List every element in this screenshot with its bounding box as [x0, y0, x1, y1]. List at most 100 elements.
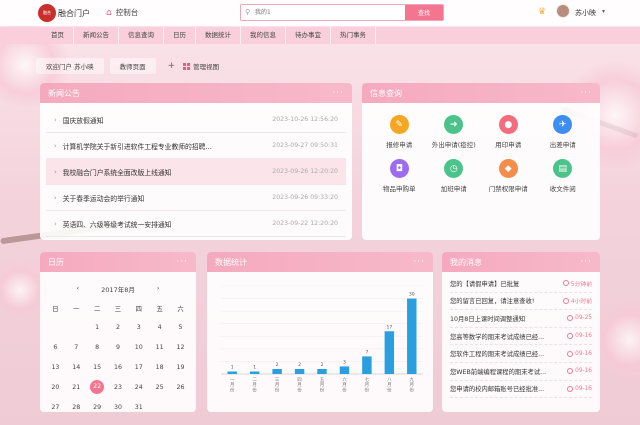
manage-view-button[interactable]: 管理视图	[183, 61, 219, 71]
calendar-day[interactable]: 11	[149, 337, 170, 357]
message-text: 10月8日上课时间调整通知	[450, 315, 525, 323]
next-month-button[interactable]: ›	[157, 284, 160, 294]
info-item-trip[interactable]: ✈ 出差申请	[536, 115, 591, 149]
prev-month-button[interactable]: ‹	[77, 284, 80, 294]
calendar-day[interactable]: 4	[149, 317, 170, 337]
calendar-day[interactable]: 25	[149, 377, 170, 397]
calendar-day[interactable]: 31	[128, 397, 149, 412]
message-row[interactable]: 您的留言已回复，请注意查收! 4小时前	[450, 293, 592, 311]
calendar-day[interactable]: 1	[87, 317, 108, 337]
bullet-icon: ›	[54, 115, 57, 124]
tab-teacher[interactable]: 教师页面	[109, 58, 156, 74]
bar-chart: 1 一月份 1 二月份 2 三月份 2 四月份 2 五月份 3 六月份 7 七月份 17 八月份 30 九月份	[221, 285, 423, 393]
search-input[interactable]	[241, 5, 401, 20]
calendar-day	[170, 397, 191, 412]
weekday-label: 三	[114, 306, 122, 313]
calendar-day[interactable]: 28	[66, 397, 87, 412]
calendar-day[interactable]: 9	[108, 337, 129, 357]
info-item-seal[interactable]: ● 用印申请	[481, 115, 536, 149]
more-icon[interactable]: ···	[332, 88, 344, 98]
info-panel-title: 信息查询	[370, 88, 402, 98]
calendar-month: 2017年8月	[101, 286, 135, 294]
nav-item-info[interactable]: 信息查询	[119, 27, 164, 44]
news-row[interactable]: › 国庆放假通知 2023-10-26 12:56:20	[46, 107, 346, 133]
news-date: 2023-09-22 12:20:20	[272, 220, 338, 227]
calendar-day[interactable]: 14	[66, 357, 87, 377]
news-row[interactable]: › 英语四、六级等级考试统一安排通知 2023-09-22 12:20:20	[46, 211, 346, 237]
calendar-day[interactable]: 13	[45, 357, 66, 377]
stats-panel: 数据统计 ··· 1 一月份 1 二月份 2 三月份 2 四月份 2 五月份 3 六月份 7 七月份 17 八…	[207, 252, 433, 412]
calendar-day[interactable]: 2	[108, 317, 129, 337]
info-item-repair[interactable]: ✎ 报修申请	[372, 115, 427, 149]
more-icon[interactable]: ···	[176, 257, 188, 267]
search-button[interactable]: 查找	[405, 5, 443, 20]
more-icon[interactable]: ···	[413, 257, 425, 267]
info-item-overtime[interactable]: ◷ 加班申请	[427, 159, 482, 193]
message-text: 您的留言已回复，请注意查收!	[450, 298, 535, 306]
news-panel-header: 新闻公告 ···	[40, 83, 352, 103]
nav-item-home[interactable]: 首页	[42, 27, 74, 44]
info-item-label: 物品申购单	[383, 185, 416, 193]
nav-item-myinfo[interactable]: 我的信息	[241, 27, 286, 44]
chevron-down-icon[interactable]: ▾	[602, 8, 605, 15]
message-row[interactable]: 10月8日上课时间调整通知 09-25	[450, 310, 592, 328]
more-icon[interactable]: ···	[580, 257, 592, 267]
message-row[interactable]: 您高等数学的期末考试成绩已经... 09-16	[450, 328, 592, 346]
calendar-day[interactable]: 6	[45, 337, 66, 357]
calendar-day[interactable]: 26	[170, 377, 191, 397]
news-row[interactable]: › 计算机学院关于新引进软件工程专业教师的招聘... 2023-09-27 09:5…	[46, 133, 346, 159]
calendar-day[interactable]: 19	[170, 357, 191, 377]
main-nav: 首页 新闻公告 信息查询 日历 数据统计 我的信息 待办事宜 热门事务	[0, 27, 640, 44]
calendar-day[interactable]: 12	[170, 337, 191, 357]
calendar-day[interactable]: 27	[45, 397, 66, 412]
calendar-day[interactable]: 3	[128, 317, 149, 337]
calendar-day[interactable]: 29	[87, 397, 108, 412]
news-row[interactable]: › 我校融合门户系统全面改版上线通知 2023-09-26 12:20:20	[46, 159, 346, 185]
calendar-day[interactable]: 23	[108, 377, 129, 397]
message-row[interactable]: 您WEB前端编程课程的期末考试... 09-16	[450, 363, 592, 381]
calendar-day[interactable]: 21	[66, 377, 87, 397]
calendar-day[interactable]: 22	[87, 377, 108, 397]
more-icon[interactable]: ···	[580, 88, 592, 98]
message-row[interactable]: 您软件工程的期末考试成绩已经... 09-16	[450, 345, 592, 363]
nav-item-calendar[interactable]: 日历	[164, 27, 196, 44]
info-item-docs[interactable]: ▤ 收文件阅	[536, 159, 591, 193]
calendar-day[interactable]: 16	[108, 357, 129, 377]
news-row[interactable]: › 关于春季运动会的举行通知 2023-09-26 09:33:20	[46, 185, 346, 211]
info-item-purchase[interactable]: ◘ 物品申购单	[372, 159, 427, 193]
data-label: 30	[409, 292, 415, 298]
avatar[interactable]	[556, 4, 570, 18]
chart-bar	[249, 371, 260, 374]
calendar-day[interactable]: 8	[87, 337, 108, 357]
calendar-day[interactable]: 10	[128, 337, 149, 357]
calendar-panel-title: 日历	[48, 257, 64, 267]
add-tab-button[interactable]: +	[168, 61, 176, 71]
calendar-day[interactable]: 18	[149, 357, 170, 377]
user-name[interactable]: 苏小映	[575, 8, 596, 18]
day-number: 11	[155, 343, 164, 351]
info-item-outing[interactable]: ➜ 外出申请(疫控)	[427, 115, 482, 149]
message-row[interactable]: 您申请的校内邮箱账号已经批准... 09-16	[450, 381, 592, 399]
calendar-day[interactable]: 20	[45, 377, 66, 397]
brand-title: 融合门户	[58, 9, 90, 18]
nav-item-hot[interactable]: 热门事务	[331, 27, 376, 44]
info-item-access[interactable]: ◆ 门禁权限申请	[481, 159, 536, 193]
day-number: 27	[51, 403, 60, 411]
calendar-day[interactable]: 15	[87, 357, 108, 377]
calendar-day[interactable]: 17	[128, 357, 149, 377]
messages-panel: 我的消息 ··· 您的【请假申请】已批复 5分钟前 您的留言已回复，请注意查收! 4小…	[442, 252, 600, 412]
crown-icon[interactable]: ♛	[538, 7, 546, 17]
day-number: 26	[176, 383, 185, 391]
console-link[interactable]: ⌂ 控制台	[106, 7, 138, 18]
school-logo[interactable]: 融合	[38, 4, 56, 22]
info-item-label: 加班申请	[440, 185, 467, 193]
nav-item-todo[interactable]: 待办事宜	[286, 27, 331, 44]
nav-item-news[interactable]: 新闻公告	[74, 27, 119, 44]
calendar-day[interactable]: 5	[170, 317, 191, 337]
message-row[interactable]: 您的【请假申请】已批复 5分钟前	[450, 275, 592, 293]
calendar-day[interactable]: 30	[108, 397, 129, 412]
nav-item-stats[interactable]: 数据统计	[196, 27, 241, 44]
calendar-day[interactable]: 24	[128, 377, 149, 397]
tab-welcome[interactable]: 欢迎门户 苏小映	[36, 58, 104, 74]
calendar-day[interactable]: 7	[66, 337, 87, 357]
